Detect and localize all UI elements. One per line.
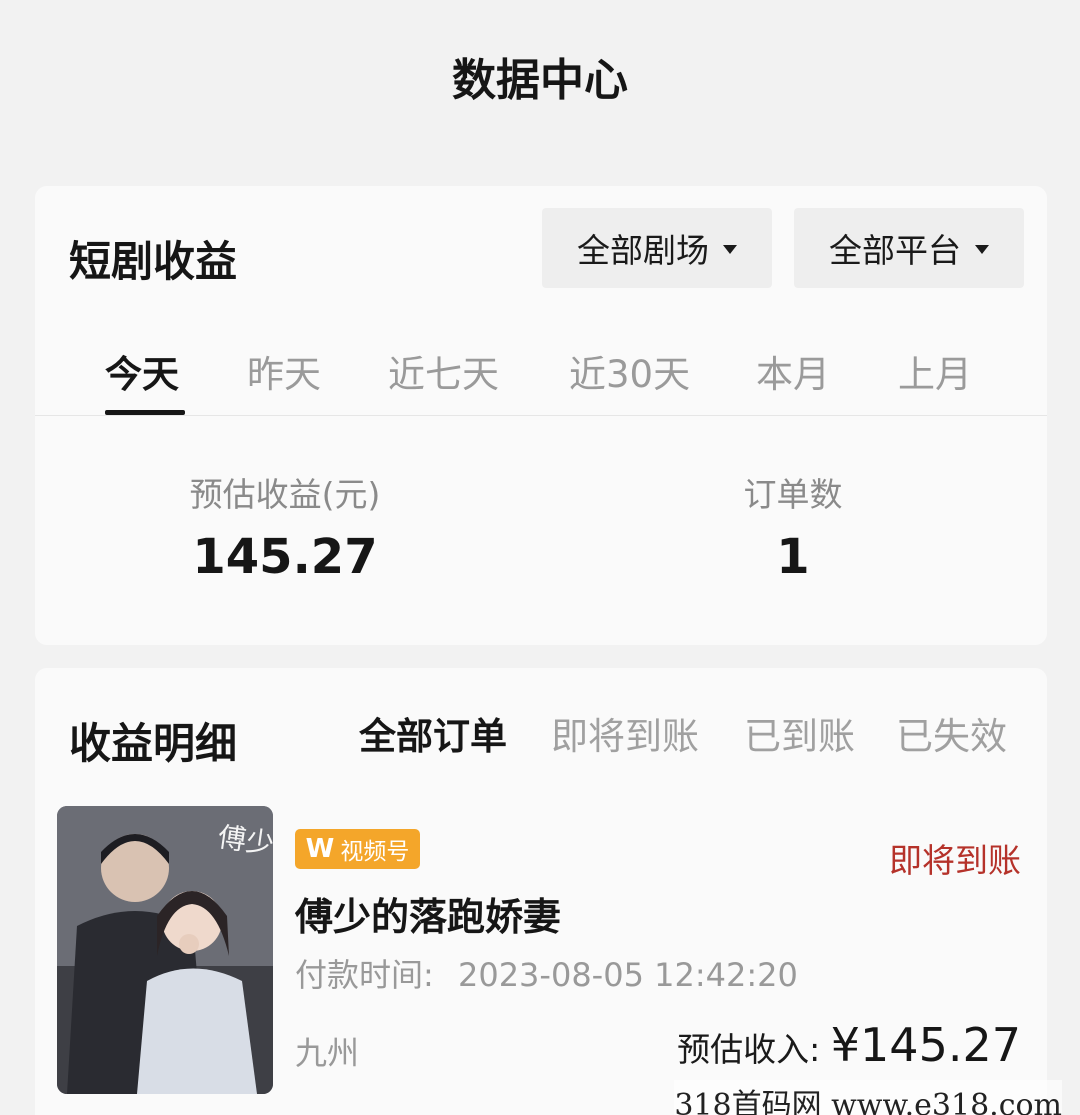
date-range-tabs: 今天 昨天 近七天 近30天 本月 上月 bbox=[35, 326, 1047, 416]
summary-card: 短剧收益 全部剧场 全部平台 今天 昨天 近七天 近30天 本月 上月 预估收益… bbox=[35, 186, 1047, 645]
summary-title: 短剧收益 bbox=[69, 237, 238, 286]
filter-received[interactable]: 已到账 bbox=[744, 706, 855, 760]
drama-poster-image[interactable]: 傅少的 bbox=[57, 806, 273, 1094]
estimated-income-label: 预估收益(元) bbox=[189, 475, 381, 514]
tab-today[interactable]: 今天 bbox=[105, 344, 179, 398]
tab-yesterday[interactable]: 昨天 bbox=[247, 344, 321, 398]
platform-badge: W 视频号 bbox=[295, 829, 420, 869]
tab-last-month[interactable]: 上月 bbox=[898, 344, 972, 398]
drama-title[interactable]: 傅少的落跑娇妻 bbox=[295, 886, 561, 941]
theater-dropdown[interactable]: 全部剧场 bbox=[542, 208, 772, 288]
pay-time: 付款时间: 2023-08-05 12:42:20 bbox=[295, 950, 798, 996]
active-tab-indicator bbox=[105, 410, 185, 415]
tab-this-month[interactable]: 本月 bbox=[756, 344, 830, 398]
platform-badge-label: 视频号 bbox=[340, 839, 410, 865]
order-status: 即将到账 bbox=[889, 841, 1021, 880]
filter-expired[interactable]: 已失效 bbox=[896, 706, 1007, 760]
channels-logo-icon: W bbox=[305, 834, 335, 864]
order-source: 九州 bbox=[295, 1034, 360, 1072]
tab-last-30-days[interactable]: 近30天 bbox=[569, 344, 690, 398]
platform-dropdown-label: 全部平台 bbox=[829, 231, 961, 270]
income-value: ¥145.27 bbox=[830, 1018, 1021, 1072]
estimated-order-income: 预估收入: ¥145.27 bbox=[677, 1018, 1021, 1072]
page-title: 数据中心 bbox=[452, 55, 628, 106]
theater-dropdown-label: 全部剧场 bbox=[577, 231, 709, 270]
income-label: 预估收入: bbox=[677, 1030, 821, 1069]
filter-all-orders[interactable]: 全部订单 bbox=[359, 706, 507, 760]
site-watermark: 318首码网 www.e318.com bbox=[674, 1080, 1062, 1115]
order-count-label: 订单数 bbox=[743, 475, 843, 514]
pay-time-value: 2023-08-05 12:42:20 bbox=[457, 956, 798, 994]
platform-dropdown[interactable]: 全部平台 bbox=[794, 208, 1024, 288]
caret-down-icon bbox=[723, 244, 737, 254]
pay-time-label: 付款时间: bbox=[295, 956, 434, 994]
poster-illustration: 傅少的 bbox=[57, 806, 273, 1094]
tab-last-7-days[interactable]: 近七天 bbox=[388, 344, 499, 398]
caret-down-icon bbox=[975, 244, 989, 254]
estimated-income-value: 145.27 bbox=[192, 529, 378, 585]
income-detail-card: 收益明细 全部订单 即将到账 已到账 已失效 傅少的 W 视频号 即将到账 傅少… bbox=[35, 668, 1047, 1115]
detail-title: 收益明细 bbox=[69, 719, 238, 768]
order-count-value: 1 bbox=[776, 529, 810, 585]
filter-pending[interactable]: 即将到账 bbox=[551, 706, 699, 760]
